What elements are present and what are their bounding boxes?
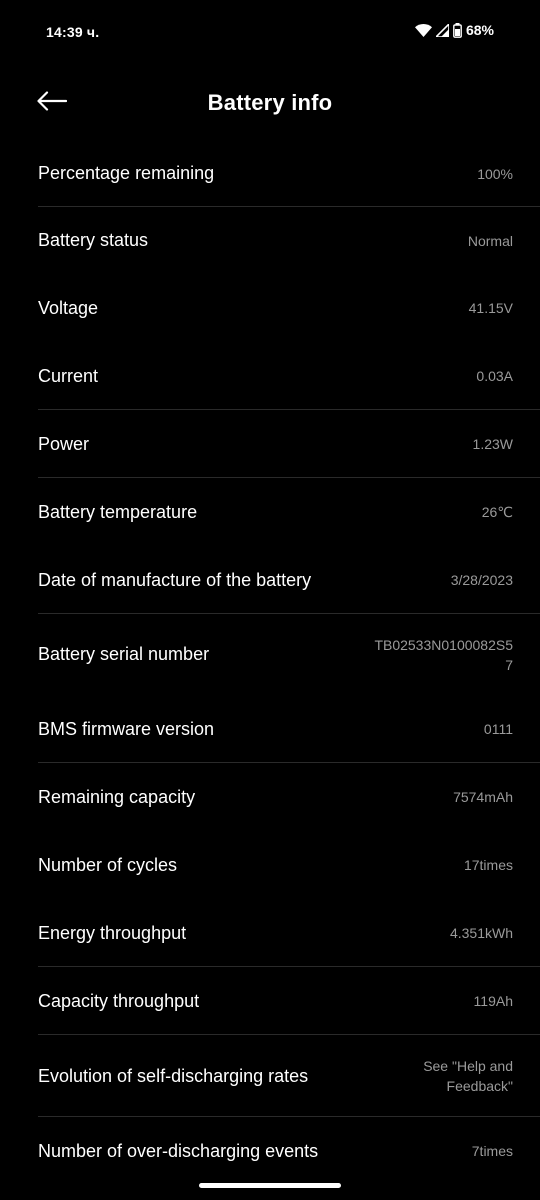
- row-bms-firmware-version: BMS firmware version 0111: [0, 695, 540, 763]
- row-power: Power 1.23W: [0, 410, 540, 478]
- row-self-discharging-rates[interactable]: Evolution of self-discharging rates See …: [0, 1035, 540, 1117]
- row-value: 3/28/2023: [450, 572, 513, 588]
- row-remaining-capacity: Remaining capacity 7574mAh: [0, 763, 540, 831]
- row-value: 7times: [471, 1143, 513, 1159]
- row-label: Number of over-discharging events: [38, 1140, 319, 1161]
- wifi-icon: [414, 23, 432, 37]
- row-value: Normal: [467, 232, 513, 249]
- row-value: TB02533N0100082S57: [374, 636, 513, 673]
- home-indicator[interactable]: [199, 1183, 341, 1188]
- row-label: Date of manufacture of the battery: [38, 569, 312, 590]
- row-value: 26℃: [481, 504, 513, 520]
- row-value: 1.23W: [472, 436, 513, 452]
- row-number-of-cycles: Number of cycles 17times: [0, 831, 540, 899]
- row-voltage: Voltage 41.15V: [0, 274, 540, 342]
- row-value: 17times: [463, 857, 513, 873]
- row-over-discharging-events: Number of over-discharging events 7times: [0, 1117, 540, 1185]
- row-energy-throughput: Energy throughput 4.351kWh: [0, 899, 540, 967]
- row-capacity-throughput: Capacity throughput 119Ah: [0, 967, 540, 1035]
- row-label: Energy throughput: [38, 922, 187, 943]
- row-label: BMS firmware version: [38, 718, 215, 739]
- row-value: See "Help and Feedback": [423, 1058, 513, 1094]
- page-title: Battery info: [207, 90, 333, 115]
- battery-percent: 68%: [465, 22, 494, 38]
- header: Battery info: [0, 70, 540, 136]
- row-label: Battery serial number: [38, 644, 210, 664]
- row-label: Remaining capacity: [38, 786, 196, 807]
- row-value: 0.03A: [476, 368, 513, 384]
- row-date-of-manufacture: Date of manufacture of the battery 3/28/…: [0, 546, 540, 614]
- row-label: Number of cycles: [38, 854, 178, 875]
- row-value: 4.351kWh: [449, 925, 513, 941]
- status-time: 14:39 ч.: [46, 24, 100, 40]
- row-battery-serial-number: Battery serial number TB02533N0100082S57: [0, 614, 540, 695]
- signal-icon: [435, 23, 449, 37]
- row-label: Battery status: [38, 230, 149, 250]
- row-value: 7574mAh: [453, 789, 513, 805]
- battery-info-list: Percentage remaining 100% Battery status…: [0, 140, 540, 1185]
- row-current: Current 0.03A: [0, 342, 540, 410]
- row-percentage-remaining: Percentage remaining 100%: [0, 140, 540, 207]
- row-value: 119Ah: [473, 993, 513, 1009]
- row-label: Battery temperature: [38, 501, 198, 522]
- row-value: 0111: [483, 721, 513, 737]
- row-label: Capacity throughput: [38, 990, 200, 1011]
- status-icons: 68%: [414, 22, 494, 38]
- row-battery-temperature: Battery temperature 26℃: [0, 478, 540, 546]
- battery-icon: [453, 22, 462, 38]
- row-value: 100%: [477, 165, 513, 182]
- row-battery-status: Battery status Normal: [0, 207, 540, 274]
- row-value: 41.15V: [468, 300, 513, 316]
- row-label: Voltage: [38, 297, 99, 318]
- status-bar: 14:39 ч. 68%: [0, 0, 540, 66]
- row-label: Power: [38, 433, 90, 454]
- row-label: Evolution of self-discharging rates: [38, 1065, 309, 1086]
- row-label: Current: [38, 365, 99, 386]
- row-label: Percentage remaining: [38, 163, 215, 183]
